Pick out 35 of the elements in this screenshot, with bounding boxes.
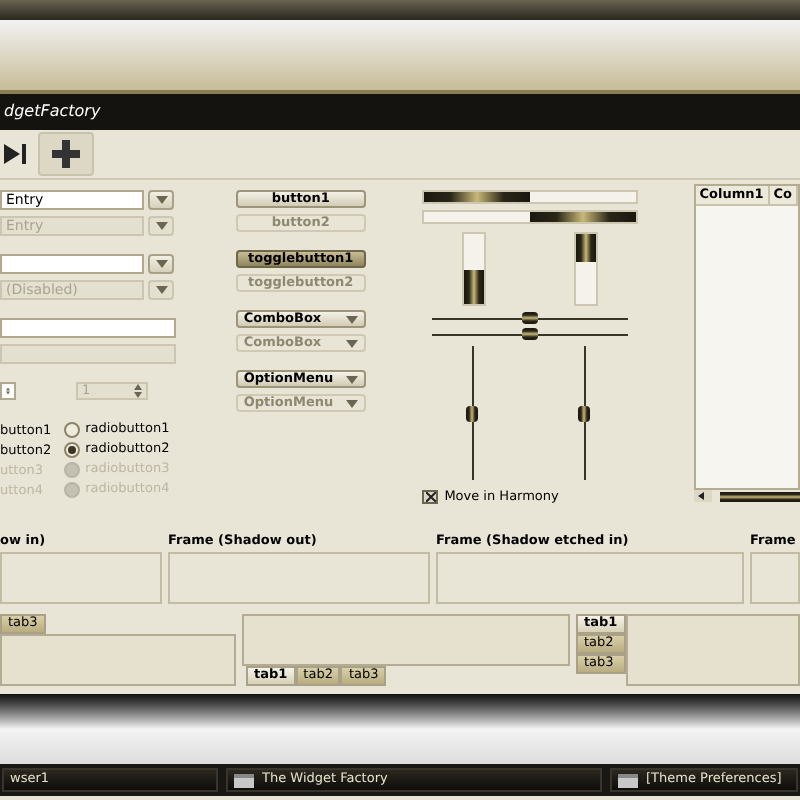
horizontal-scrollbar[interactable] — [693, 490, 800, 502]
dropdown-arrow-icon — [155, 222, 167, 230]
vertical-slider[interactable] — [466, 346, 479, 480]
horizontal-slider[interactable] — [432, 328, 629, 340]
dropdown-arrow-icon — [345, 339, 358, 347]
slider-thumb[interactable] — [522, 328, 539, 340]
dropdown-arrow-icon — [345, 315, 358, 323]
dropdown-button[interactable] — [148, 280, 174, 300]
spin-button[interactable] — [0, 382, 16, 400]
dropdown-arrow-icon — [345, 375, 358, 383]
window-title: dgetFactory — [4, 100, 101, 124]
window-icon — [618, 773, 638, 787]
slider-thumb[interactable] — [466, 405, 479, 421]
radio-button[interactable] — [63, 422, 80, 438]
checkbox[interactable] — [422, 490, 439, 505]
slider-thumb[interactable] — [522, 312, 539, 324]
dropdown-arrow-icon — [155, 286, 167, 294]
dropdown-arrow-icon — [155, 196, 167, 204]
spin-arrows-icon — [6, 384, 10, 398]
slider-thumb[interactable] — [578, 405, 591, 421]
dropdown-button[interactable] — [148, 254, 174, 274]
dropdown-arrow-icon — [155, 260, 167, 268]
horizontal-slider[interactable] — [432, 312, 629, 324]
text-field[interactable] — [0, 254, 144, 274]
window-icon — [234, 773, 254, 787]
scroll-left-icon[interactable] — [693, 490, 712, 502]
frame — [750, 551, 800, 604]
radio-button[interactable] — [63, 442, 80, 458]
vertical-slider[interactable] — [578, 346, 591, 480]
dropdown-button[interactable] — [148, 190, 174, 210]
text-field[interactable] — [0, 318, 176, 338]
dropdown-button[interactable] — [148, 216, 174, 236]
plus-icon[interactable] — [38, 132, 94, 176]
spin-arrows-icon — [134, 384, 142, 398]
dropdown-arrow-icon — [345, 399, 358, 407]
